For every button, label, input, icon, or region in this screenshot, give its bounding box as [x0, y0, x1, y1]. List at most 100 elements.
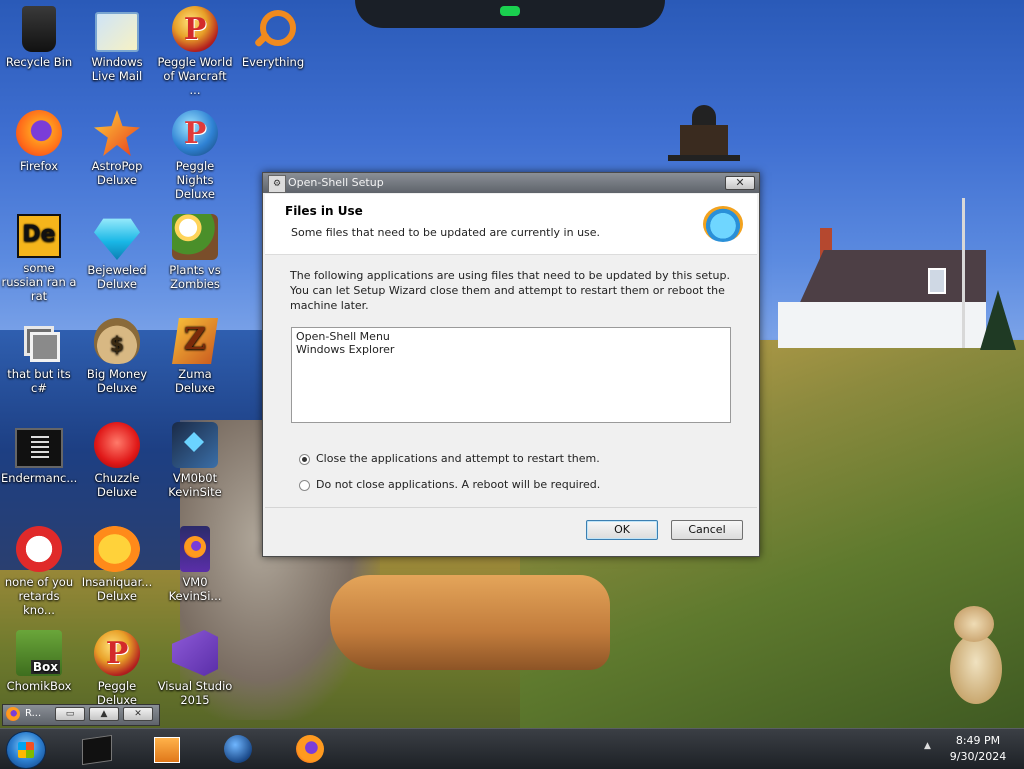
tray-expand-icon[interactable]: ▲	[924, 741, 931, 751]
desktop-icon-label: VM0b0t KevinSite	[168, 471, 222, 499]
desktop-icon-big-money[interactable]: Big Money Deluxe	[78, 318, 156, 395]
desktop-icon-chuzzle[interactable]: Chuzzle Deluxe	[78, 422, 156, 499]
desktop-icon-chomikbox[interactable]: ChomikBox	[0, 630, 78, 693]
desktop-icon-label: Visual Studio 2015	[157, 679, 233, 707]
desktop-icon-plants-vs-zombies[interactable]: Plants vs Zombies	[156, 214, 234, 291]
dialog-description: The following applications are using fil…	[290, 269, 730, 312]
desktop-icon-label: Firefox	[19, 159, 59, 173]
desktop-icon-label: some russian ran a rat	[1, 261, 77, 303]
top-gadget[interactable]	[355, 0, 665, 28]
de-icon	[17, 214, 61, 258]
dialog-header: Files in Use Some files that need to be …	[265, 194, 757, 255]
radio-unselected-icon[interactable]	[299, 479, 310, 491]
desktop-icon-label: ChomikBox	[6, 679, 72, 693]
dialog-close-button[interactable]: ✕	[725, 176, 755, 190]
list-item[interactable]: Windows Explorer	[296, 343, 726, 356]
desktop-icon-firefox[interactable]: Firefox	[0, 110, 78, 173]
peggle-deluxe-icon	[94, 630, 140, 676]
dialog-title: Open-Shell Setup	[288, 176, 384, 189]
taskbar-firefox-icon[interactable]	[290, 733, 330, 765]
taskbar-media-player-icon[interactable]	[146, 733, 186, 765]
desktop-icon-zuma[interactable]: Zuma Deluxe	[156, 318, 234, 395]
firefox-icon	[16, 110, 62, 156]
radio-label: Do not close applications. A reboot will…	[316, 478, 601, 491]
radio-do-not-close[interactable]: Do not close applications. A reboot will…	[299, 478, 600, 494]
desktop-icon-label: Recycle Bin	[5, 55, 73, 69]
dialog-header-subtitle: Some files that need to be updated are c…	[291, 226, 601, 239]
money-bag-icon	[94, 318, 140, 364]
vm-firefox-icon	[180, 526, 210, 572]
minimized-window-label: R...	[25, 708, 42, 719]
minimized-window[interactable]: R... ▭ ▲ ✕	[2, 704, 160, 726]
desktop-icon-none-of-you[interactable]: none of you retards kno...	[0, 526, 78, 617]
desktop-icon-label: Peggle World of Warcraft ...	[157, 55, 233, 97]
wallpaper-house	[778, 228, 986, 348]
radio-close-apps[interactable]: Close the applications and attempt to re…	[299, 452, 600, 468]
gadget-led-icon	[500, 6, 520, 16]
terminal-icon	[15, 428, 63, 468]
desktop-icon-everything[interactable]: Everything	[234, 6, 312, 69]
rat-icon	[16, 526, 62, 572]
astropop-icon	[94, 110, 140, 156]
desktop-icon-insaniquarium[interactable]: Insaniquar... Deluxe	[78, 526, 156, 603]
clock-time: 8:49 PM	[955, 734, 1001, 747]
vm-icon	[172, 422, 218, 468]
desktop-icon-label: Chuzzle Deluxe	[94, 471, 140, 499]
mail-icon	[95, 12, 139, 52]
wallpaper-orange-rock	[330, 575, 610, 670]
desktop-icon-recycle-bin[interactable]: Recycle Bin	[0, 6, 78, 69]
desktop-icon-windows-live-mail[interactable]: Windows Live Mail	[78, 6, 156, 83]
desktop-icon-vm0-kevinsite[interactable]: VM0 KevinSi...	[156, 526, 234, 603]
magnifier-icon	[250, 6, 296, 52]
apps-in-use-list[interactable]: Open-Shell Menu Windows Explorer	[291, 327, 731, 423]
desktop-icon-some-russian[interactable]: some russian ran a rat	[0, 214, 78, 303]
desktop-icon-endermanch[interactable]: Endermanc...	[0, 422, 78, 485]
installer-icon: ⚙	[268, 175, 286, 193]
start-button[interactable]	[6, 731, 46, 769]
clock[interactable]: 8:49 PM 9/30/2024	[940, 733, 1016, 765]
desktop-icon-vm0b0t[interactable]: VM0b0t KevinSite	[156, 422, 234, 499]
taskbar-globe-icon[interactable]	[218, 733, 258, 765]
plants-vs-zombies-icon	[172, 214, 218, 260]
desktop-icon-label: Peggle Deluxe	[97, 679, 137, 707]
desktop-icon-label: Insaniquar... Deluxe	[81, 575, 153, 603]
desktop-icon-label: VM0 KevinSi...	[168, 575, 222, 603]
dialog-header-title: Files in Use	[285, 204, 363, 218]
desktop-icon-label: Bejeweled Deluxe	[87, 263, 147, 291]
desktop-icon-label: Everything	[241, 55, 305, 69]
close-button[interactable]: ✕	[123, 707, 153, 721]
desktop-icon-peggle-deluxe[interactable]: Peggle Deluxe	[78, 630, 156, 707]
desktop-icon-peggle-nights[interactable]: Peggle Nights Deluxe	[156, 110, 234, 201]
desktop-icon-that-but-its-csharp[interactable]: that but its c#	[0, 318, 78, 395]
desktop-icon-peggle-wow[interactable]: Peggle World of Warcraft ...	[156, 6, 234, 97]
gem-icon	[94, 218, 140, 260]
desktop-icon-bejeweled[interactable]: Bejeweled Deluxe	[78, 214, 156, 291]
desktop-icon-label: Big Money Deluxe	[86, 367, 148, 395]
desktop-icon-label: Endermanc...	[1, 471, 78, 485]
fish-icon	[94, 526, 140, 572]
list-item[interactable]: Open-Shell Menu	[296, 330, 726, 343]
cancel-button[interactable]: Cancel	[671, 520, 743, 540]
restore-button[interactable]: ▭	[55, 707, 85, 721]
open-shell-logo-icon	[703, 206, 743, 242]
visual-studio-icon	[172, 630, 218, 676]
radio-label: Close the applications and attempt to re…	[316, 452, 600, 465]
peggle-icon	[172, 6, 218, 52]
desktop-icon-astropop[interactable]: AstroPop Deluxe	[78, 110, 156, 187]
chomikbox-icon	[16, 630, 62, 676]
maximize-button[interactable]: ▲	[89, 707, 119, 721]
radio-selected-icon[interactable]	[299, 453, 310, 465]
taskbar-terminal-icon[interactable]	[76, 733, 116, 765]
chuzzle-icon	[94, 422, 140, 468]
firefox-icon	[6, 707, 20, 721]
wallpaper-lighthouse	[668, 105, 740, 177]
desktop-icon-label: Plants vs Zombies	[169, 263, 221, 291]
zuma-icon	[172, 318, 218, 364]
peggle-nights-icon	[172, 110, 218, 156]
windows-icon	[16, 318, 62, 364]
dialog-titlebar[interactable]: ⚙ Open-Shell Setup ✕	[263, 173, 759, 193]
hamster-mascot-icon[interactable]	[942, 606, 1006, 706]
ok-button[interactable]: OK	[586, 520, 658, 540]
desktop-icon-label: AstroPop Deluxe	[91, 159, 143, 187]
desktop-icon-visual-studio[interactable]: Visual Studio 2015	[156, 630, 234, 707]
